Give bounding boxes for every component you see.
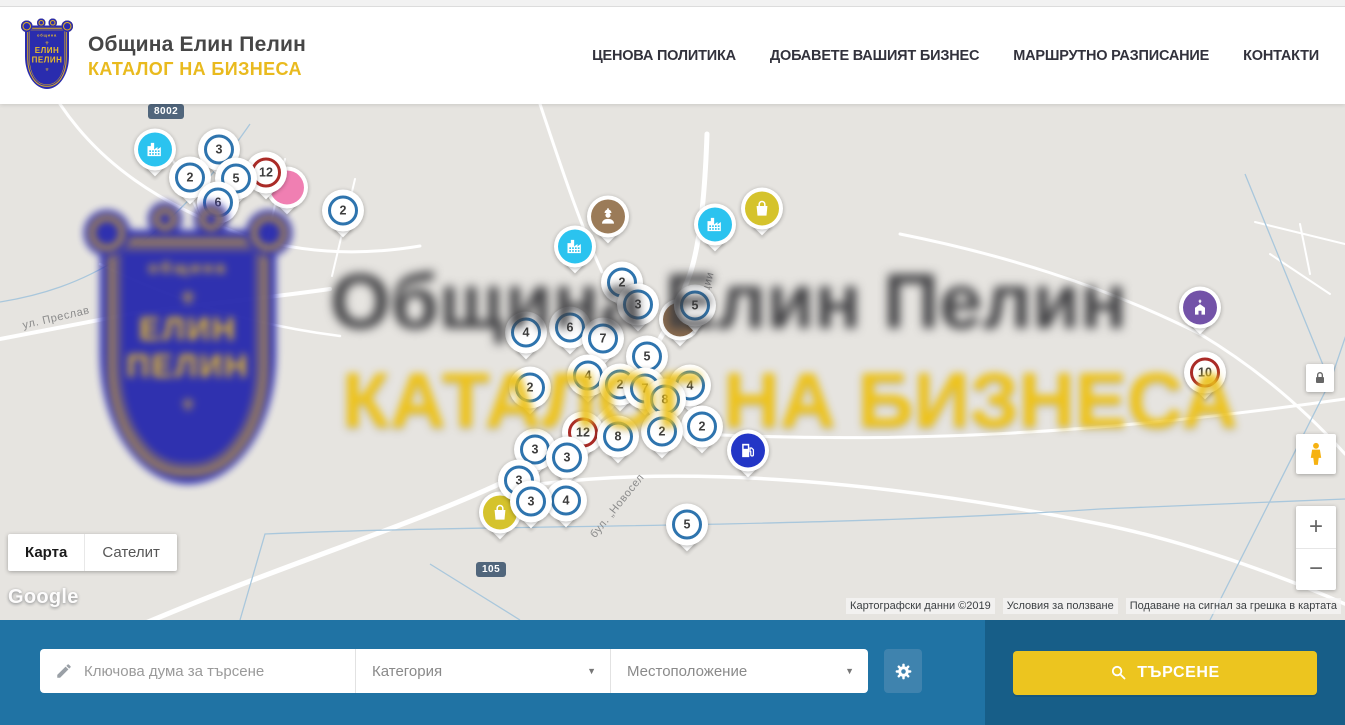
page: община ⚜ ЕЛИН ПЕЛИН ⚜ Община Елин Пелин …	[0, 0, 1345, 725]
nav-item[interactable]: ДОБАВЕТЕ ВАШИЯТ БИЗНЕС	[770, 48, 979, 64]
marker-count: 12	[259, 165, 273, 179]
marker-fuel[interactable]	[725, 429, 771, 477]
pegman-icon	[1303, 441, 1329, 467]
location-select-value: Местоположение	[627, 663, 747, 680]
logo-text: Община Елин Пелин КАТАЛОГ НА БИЗНЕСА	[88, 33, 306, 80]
zoom-control: + −	[1296, 506, 1336, 590]
map-type-map-button[interactable]: Карта	[8, 534, 84, 571]
gear-icon	[893, 661, 914, 682]
crest-flourish-icon	[62, 21, 74, 33]
marker-cluster[interactable]: 10	[1182, 351, 1228, 399]
map-canvas[interactable]: 8002105 ул. Преславбул. „Новоселции 3122…	[0, 104, 1345, 620]
keyword-search-input[interactable]	[84, 663, 355, 680]
marker-cluster[interactable]: 2	[639, 410, 685, 458]
marker-cluster[interactable]: 2	[320, 189, 366, 237]
marker-cluster[interactable]: 2	[679, 405, 725, 453]
marker-cluster[interactable]: 8	[595, 415, 641, 463]
marker-factory[interactable]	[692, 203, 738, 251]
marker-cluster[interactable]: 4	[503, 311, 549, 359]
site-title: Община Елин Пелин	[88, 33, 306, 57]
marker-count: 3	[564, 450, 571, 464]
location-select[interactable]: Местоположение ▼	[610, 649, 868, 693]
category-select-value: Категория	[372, 663, 442, 680]
marker-count: 6	[215, 195, 222, 209]
marker-cluster[interactable]: 5	[672, 284, 718, 332]
marker-count: 3	[532, 442, 539, 456]
lock-button[interactable]	[1306, 364, 1334, 392]
search-button-label: ТЪРСЕНЕ	[1137, 664, 1220, 682]
attribution-copyright: Картографски данни ©2019	[846, 598, 995, 614]
chevron-down-icon: ▼	[587, 666, 596, 676]
crest-name-line1: ЕЛИН	[28, 46, 66, 55]
header: община ⚜ ЕЛИН ПЕЛИН ⚜ Община Елин Пелин …	[0, 0, 1345, 104]
road-number-badge: 8002	[148, 104, 184, 119]
search-button[interactable]: ТЪРСЕНЕ	[1013, 651, 1317, 695]
attribution-terms-link[interactable]: Условия за ползване	[1003, 598, 1118, 614]
marker-count: 2	[340, 203, 347, 217]
top-strip	[0, 0, 1345, 7]
marker-factory[interactable]	[552, 225, 598, 273]
map-attribution: Картографски данни ©2019 Условия за полз…	[846, 598, 1341, 614]
marker-cluster[interactable]: 2	[507, 366, 553, 414]
marker-count: 3	[635, 297, 642, 311]
marker-count: 2	[659, 424, 666, 438]
zoom-out-button[interactable]: −	[1296, 549, 1336, 591]
fleur-de-lis-icon: ⚜	[28, 67, 66, 72]
advanced-settings-button[interactable]	[884, 649, 922, 693]
road-number-badge: 105	[476, 562, 506, 577]
nav-item[interactable]: ЦЕНОВА ПОЛИТИКА	[592, 48, 736, 64]
crest-name-line2: ПЕЛИН	[28, 55, 66, 64]
search-icon	[1110, 664, 1127, 681]
marker-count: 8	[615, 429, 622, 443]
chevron-down-icon: ▼	[845, 666, 854, 676]
map-type-satellite-button[interactable]: Сателит	[84, 534, 177, 571]
marker-cluster[interactable]: 5	[664, 503, 710, 551]
pegman-button[interactable]	[1296, 434, 1336, 474]
nav-item[interactable]: КОНТАКТИ	[1243, 48, 1319, 64]
marker-cluster[interactable]: 3	[544, 436, 590, 484]
marker-count: 5	[684, 517, 691, 531]
marker-count: 3	[216, 142, 223, 156]
marker-cluster[interactable]: 3	[508, 480, 554, 528]
site-logo[interactable]: община ⚜ ЕЛИН ПЕЛИН ⚜ Община Елин Пелин …	[22, 22, 306, 90]
site-subtitle: КАТАЛОГ НА БИЗНЕСА	[88, 59, 306, 80]
attribution-report-link[interactable]: Подаване на сигнал за грешка в картата	[1126, 598, 1341, 614]
marker-count: 2	[527, 380, 534, 394]
marker-bag[interactable]	[739, 187, 785, 235]
marker-count: 2	[699, 419, 706, 433]
marker-count: 2	[187, 170, 194, 184]
main-nav: ЦЕНОВА ПОЛИТИКА ДОБАВЕТЕ ВАШИЯТ БИЗНЕС МАР…	[592, 48, 1319, 64]
keyword-field	[40, 649, 355, 693]
marker-count: 10	[1198, 365, 1212, 379]
search-bar: Категория ▼ Местоположение ▼ ТЪРСЕНЕ	[0, 620, 1345, 725]
search-fields-group: Категория ▼ Местоположение ▼	[40, 649, 868, 693]
marker-count: 4	[523, 325, 530, 339]
marker-count: 5	[644, 349, 651, 363]
nav-item[interactable]: МАРШРУТНО РАЗПИСАНИЕ	[1013, 48, 1209, 64]
marker-cluster[interactable]: 6	[195, 181, 241, 229]
map-type-control: Карта Сателит	[8, 534, 177, 571]
lock-icon	[1312, 370, 1328, 386]
marker-church[interactable]	[1177, 286, 1223, 334]
marker-count: 6	[567, 320, 574, 334]
marker-count: 7	[600, 331, 607, 345]
marker-count: 4	[585, 368, 592, 382]
search-button-panel: ТЪРСЕНЕ	[985, 620, 1345, 725]
marker-count: 8	[662, 392, 669, 406]
google-logo[interactable]: Google	[8, 586, 79, 609]
crest-flourish-icon	[49, 19, 58, 28]
marker-count: 5	[692, 298, 699, 312]
marker-count: 4	[563, 493, 570, 507]
crest-town-text: община	[28, 33, 66, 38]
zoom-in-button[interactable]: +	[1296, 506, 1336, 549]
pencil-icon	[55, 662, 73, 680]
municipality-crest-logo: община ⚜ ЕЛИН ПЕЛИН ⚜	[22, 22, 74, 90]
crest-flourish-icon	[21, 21, 33, 33]
marker-count: 3	[528, 494, 535, 508]
category-select[interactable]: Категория ▼	[355, 649, 610, 693]
crest-flourish-icon	[37, 19, 46, 28]
